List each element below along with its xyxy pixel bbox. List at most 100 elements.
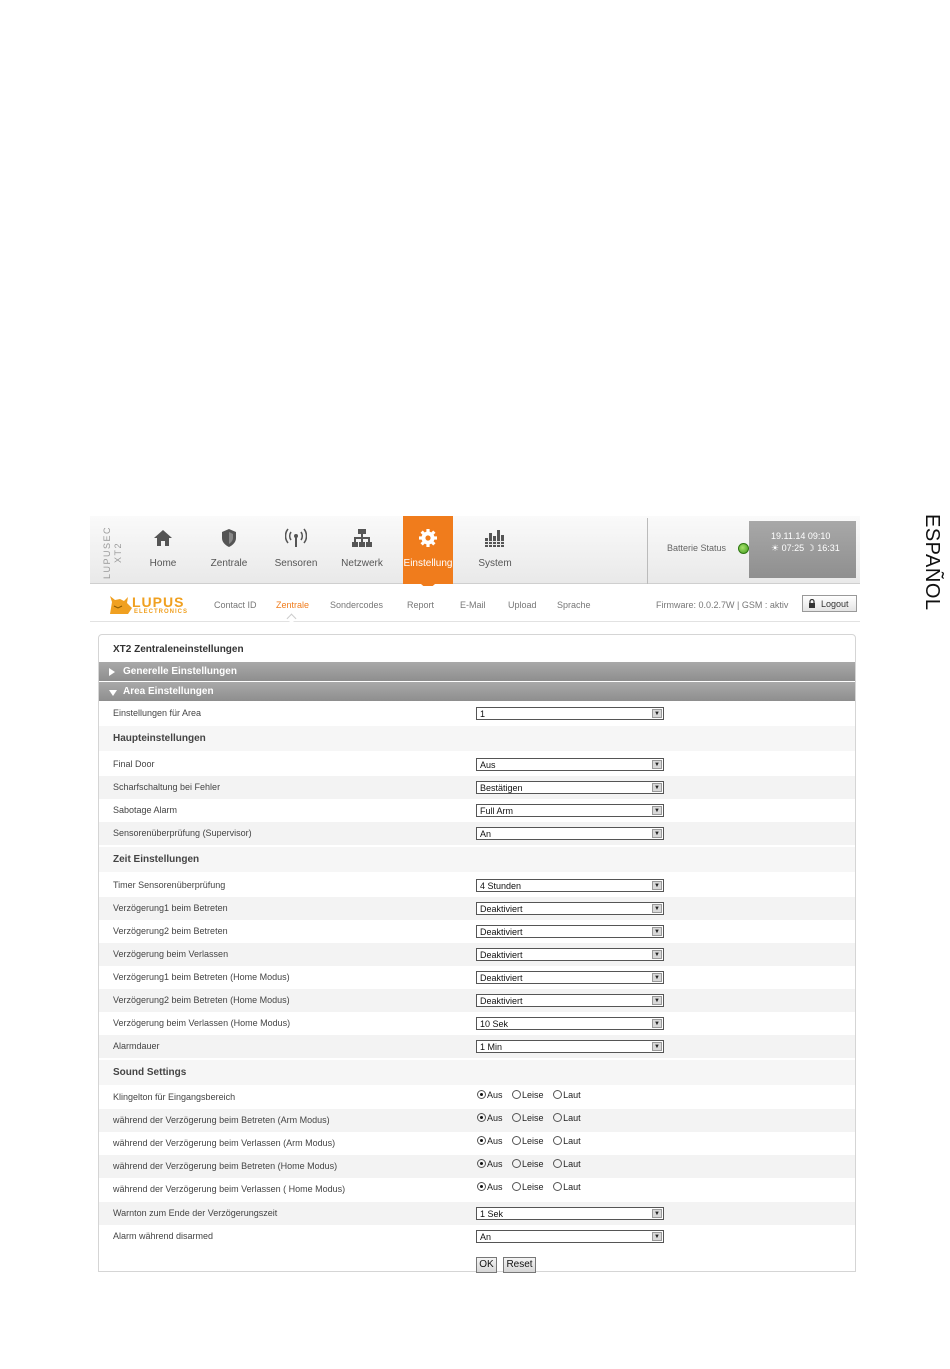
dropdown-arrow-icon: ▼ [652, 950, 662, 959]
select-value: 1 [480, 709, 486, 719]
supervisor-select[interactable]: An ▼ [476, 827, 664, 840]
radio-leise[interactable] [512, 1136, 522, 1145]
collapse-arrow-icon [109, 688, 117, 699]
ok-button[interactable]: OK [476, 1257, 497, 1273]
delay1-entry-select[interactable]: Deaktiviert ▼ [476, 902, 664, 915]
nav-home[interactable]: Home [138, 516, 188, 584]
subnav-report[interactable]: Report [407, 600, 434, 610]
nav-zentrale[interactable]: Zentrale [204, 516, 254, 584]
select-value: 10 Sek [480, 1019, 509, 1029]
delay-exit-home-select[interactable]: 10 Sek ▼ [476, 1017, 664, 1030]
setting-label: Verzögerung2 beim Betreten [113, 926, 228, 936]
delay2-entry-select[interactable]: Deaktiviert ▼ [476, 925, 664, 938]
delay1-entry-home-select[interactable]: Deaktiviert ▼ [476, 971, 664, 984]
home-icon [154, 530, 172, 546]
dropdown-arrow-icon: ▼ [652, 709, 662, 718]
delay2-entry-home-select[interactable]: Deaktiviert ▼ [476, 994, 664, 1007]
sunset-icon: ☽ [806, 543, 815, 553]
radio-label: Aus [487, 1090, 503, 1100]
setting-label: Sabotage Alarm [113, 805, 178, 815]
sound-entry-home-radio-group: Aus Leise Laut [477, 1159, 588, 1169]
radio-laut[interactable] [553, 1113, 563, 1122]
dropdown-arrow-icon: ▼ [652, 881, 662, 890]
heading-text: Sound Settings [113, 1067, 187, 1078]
nav-einstellung[interactable]: Einstellung [403, 516, 453, 590]
section-generelle-einstellungen[interactable]: Generelle Einstellungen [99, 662, 855, 681]
radio-leise[interactable] [512, 1090, 522, 1099]
heading-text: Zeit Einstellungen [113, 854, 200, 865]
subnav-zentrale[interactable]: Zentrale [276, 600, 309, 610]
firmware-status: Firmware: 0.0.2.7W | GSM : aktiv [656, 600, 789, 610]
nav-netzwerk[interactable]: Netzwerk [337, 516, 387, 584]
nav-netzwerk-label: Netzwerk [341, 558, 383, 569]
radio-label: Aus [487, 1182, 503, 1192]
radio-laut[interactable] [553, 1159, 563, 1168]
nav-system[interactable]: System [470, 516, 520, 584]
radio-aus[interactable] [477, 1090, 486, 1099]
radio-leise[interactable] [512, 1113, 522, 1122]
nav-sensoren[interactable]: Sensoren [271, 516, 321, 584]
area-select[interactable]: 1 ▼ [476, 707, 664, 720]
radio-laut[interactable] [553, 1090, 563, 1099]
radio-label: Aus [487, 1159, 503, 1169]
select-value: 4 Stunden [480, 881, 522, 891]
radio-aus[interactable] [477, 1182, 486, 1191]
dropdown-arrow-icon: ▼ [652, 1019, 662, 1028]
subnav-email[interactable]: E-Mail [460, 600, 486, 610]
radio-laut[interactable] [553, 1136, 563, 1145]
alarm-disarmed-select[interactable]: An ▼ [476, 1230, 664, 1243]
setting-row-sound-exit-arm: während der Verzögerung beim Verlassen (… [99, 1132, 855, 1155]
setting-row-alarmdauer: Alarmdauer 1 Min ▼ [99, 1035, 855, 1058]
subnav-sondercodes[interactable]: Sondercodes [330, 600, 383, 610]
setting-row-delay2-entry: Verzögerung2 beim Betreten Deaktiviert ▼ [99, 920, 855, 943]
alarmdauer-select[interactable]: 1 Min ▼ [476, 1040, 664, 1053]
section-area-einstellungen[interactable]: Area Einstellungen [99, 682, 855, 701]
subnav-upload[interactable]: Upload [508, 600, 537, 610]
setting-label: Verzögerung2 beim Betreten (Home Modus) [113, 995, 290, 1005]
sunset-time: 16:31 [817, 543, 840, 553]
lynx-logo-icon [110, 596, 132, 614]
radio-label: Aus [487, 1136, 503, 1146]
setting-label: Klingelton für Eingangsbereich [113, 1092, 236, 1102]
settings-panel: XT2 Zentraleneinstellungen Generelle Ein… [98, 634, 856, 1273]
top-navigation-bar: LUPUSEC XT2 Home Zentrale Sensoren Netzw… [90, 516, 860, 590]
select-value: 1 Min [480, 1042, 503, 1052]
dropdown-arrow-icon: ▼ [652, 806, 662, 815]
select-value: Deaktiviert [480, 996, 523, 1006]
sunrise-time: 07:25 [781, 543, 805, 553]
timer-select[interactable]: 4 Stunden ▼ [476, 879, 664, 892]
radio-aus[interactable] [477, 1159, 486, 1168]
radio-leise[interactable] [512, 1159, 522, 1168]
setting-label: während der Verzögerung beim Verlassen (… [113, 1184, 346, 1194]
radio-label: Leise [522, 1090, 544, 1100]
setting-label: während der Verzögerung beim Betreten (H… [113, 1161, 338, 1171]
radio-aus[interactable] [477, 1136, 486, 1145]
select-value: Deaktiviert [480, 904, 523, 914]
warnton-select[interactable]: 1 Sek ▼ [476, 1207, 664, 1220]
scharfschaltung-select[interactable]: Bestätigen ▼ [476, 781, 664, 794]
setting-row-warnton: Warnton zum Ende der Verzögerungszeit 1 … [99, 1202, 855, 1225]
lupus-logo: LUPUS ELECTRONICS [108, 594, 198, 616]
radio-leise[interactable] [512, 1182, 522, 1191]
clock-box: 19.11.14 09:10 ☀ 07:25 ☽ 16:31 [749, 521, 856, 578]
sub-navigation: LUPUS ELECTRONICS Contact ID Zentrale So… [90, 586, 860, 622]
section-general-label: Generelle Einstellungen [123, 666, 237, 677]
radio-aus[interactable] [477, 1113, 486, 1122]
select-value: An [480, 1232, 492, 1242]
subnav-contact-id[interactable]: Contact ID [214, 600, 257, 610]
subnav-sprache[interactable]: Sprache [557, 600, 591, 610]
setting-label: Verzögerung beim Verlassen (Home Modus) [113, 1018, 291, 1028]
datetime-text: 19.11.14 09:10 [771, 531, 831, 541]
radio-laut[interactable] [553, 1182, 563, 1191]
bars-icon [485, 530, 504, 547]
setting-label: Verzögerung1 beim Betreten (Home Modus) [113, 972, 290, 982]
heading-sound-settings: Sound Settings [99, 1060, 855, 1085]
final-door-select[interactable]: Aus ▼ [476, 758, 664, 771]
delay-exit-select[interactable]: Deaktiviert ▼ [476, 948, 664, 961]
setting-row-delay1-entry-home: Verzögerung1 beim Betreten (Home Modus) … [99, 966, 855, 989]
setting-row-alarm-disarmed: Alarm während disarmed An ▼ [99, 1225, 855, 1248]
select-value: An [480, 829, 492, 839]
logout-button[interactable]: Logout [802, 595, 857, 612]
sabotage-select[interactable]: Full Arm ▼ [476, 804, 664, 817]
reset-button[interactable]: Reset [503, 1257, 536, 1273]
